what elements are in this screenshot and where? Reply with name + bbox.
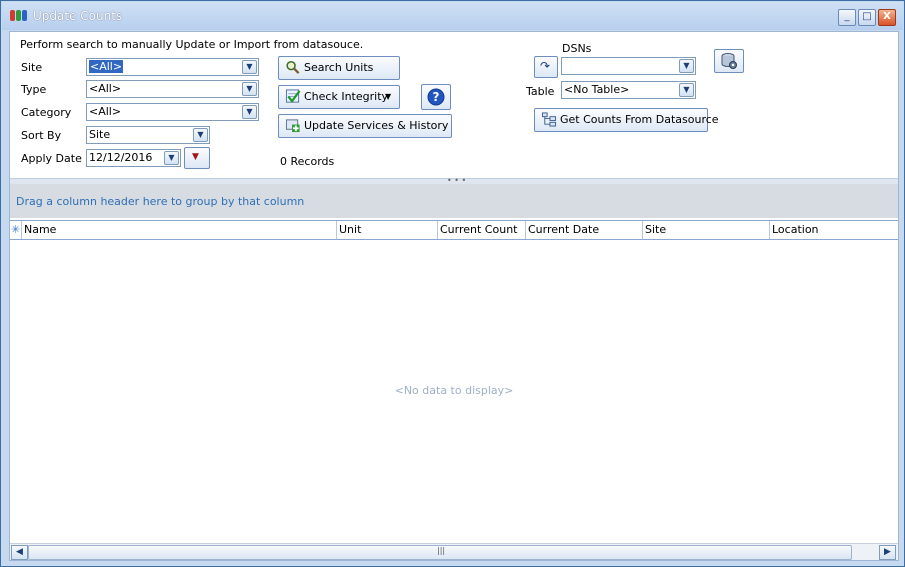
type-label: Type (21, 83, 47, 96)
client-area: Perform search to manually Update or Imp… (9, 31, 899, 561)
get-counts-button[interactable]: Get Counts From Datasource (534, 108, 719, 132)
apply-date-value: 12/12/2016 (89, 151, 153, 164)
chevron-down-icon[interactable]: ▼ (385, 92, 391, 101)
table-label: Table (526, 85, 555, 98)
date-options-button[interactable]: ▼ (184, 147, 210, 169)
search-icon (286, 60, 300, 74)
scrollbar-thumb[interactable]: ||| (28, 545, 852, 560)
sort-by-label: Sort By (21, 129, 62, 142)
new-row-indicator-icon[interactable]: ✳ (10, 221, 22, 239)
chevron-down-icon[interactable]: ▼ (242, 105, 257, 119)
datasource-icon (541, 112, 557, 127)
refresh-icon: ↷ (540, 59, 551, 73)
column-header-current-date[interactable]: Current Date (526, 221, 643, 239)
chevron-down-icon[interactable]: ▼ (242, 82, 257, 96)
checklist-icon (285, 89, 301, 104)
window-frame: Update Counts _ □ X Perform search to ma… (0, 0, 905, 567)
table-value: <No Table> (564, 83, 630, 96)
type-combo[interactable]: <All> ▼ (86, 80, 259, 98)
sort-by-combo[interactable]: Site ▼ (86, 126, 210, 144)
column-header-unit[interactable]: Unit (337, 221, 438, 239)
site-combo[interactable]: <All> ▼ (86, 58, 259, 76)
title-bar[interactable]: Update Counts _ □ X (2, 2, 903, 30)
table-combo[interactable]: <No Table> ▼ (561, 81, 696, 99)
records-count: 0 Records (280, 155, 335, 168)
add-service-icon (285, 119, 300, 133)
grid-header: ✳ Name Unit Current Count Current Date S… (10, 220, 898, 240)
maximize-button[interactable]: □ (858, 9, 876, 26)
chevron-down-icon[interactable]: ▼ (242, 60, 257, 74)
scroll-right-icon[interactable]: ▶ (879, 545, 896, 560)
apply-date-picker[interactable]: 12/12/2016 ▼ (86, 149, 181, 167)
empty-grid-message: <No data to display> (394, 384, 514, 397)
dsns-combo[interactable]: ▼ (561, 57, 696, 75)
svg-text:?: ? (433, 90, 440, 104)
dsns-label: DSNs (562, 42, 592, 55)
chevron-down-icon[interactable]: ▼ (193, 128, 208, 142)
refresh-dsns-button[interactable]: ↷ (534, 56, 558, 78)
help-button[interactable]: ? (421, 84, 451, 110)
chevron-down-icon[interactable]: ▼ (164, 151, 179, 165)
check-integrity-button[interactable]: Check Integrity ▼ (278, 85, 400, 109)
minimize-button[interactable]: _ (838, 9, 856, 26)
update-services-button[interactable]: Update Services & History (278, 114, 452, 138)
get-counts-label: Get Counts From Datasource (560, 113, 719, 126)
apply-date-label: Apply Date (21, 152, 82, 165)
help-icon: ? (427, 88, 445, 106)
group-by-hint: Drag a column header here to group by th… (16, 195, 305, 208)
check-integrity-label: Check Integrity (304, 90, 389, 103)
horizontal-scrollbar[interactable]: ◀ ||| ▶ (10, 543, 898, 560)
dropdown-arrow-icon: ▼ (192, 152, 199, 162)
app-logo-icon (10, 10, 28, 23)
site-label: Site (21, 61, 43, 74)
search-units-label: Search Units (304, 61, 374, 74)
scroll-left-icon[interactable]: ◀ (11, 545, 28, 560)
chevron-down-icon[interactable]: ▼ (679, 59, 694, 73)
update-services-label: Update Services & History (304, 119, 449, 132)
close-button[interactable]: X (878, 9, 896, 26)
category-value: <All> (89, 105, 122, 118)
site-value: <All> (89, 60, 124, 73)
search-units-button[interactable]: Search Units (278, 56, 400, 80)
instruction-text: Perform search to manually Update or Imp… (20, 38, 364, 51)
group-by-panel[interactable]: Drag a column header here to group by th… (10, 184, 898, 218)
chevron-down-icon[interactable]: ▼ (679, 83, 694, 97)
type-value: <All> (89, 82, 122, 95)
window-title: Update Counts (33, 9, 123, 23)
thumb-grip-icon: ||| (437, 546, 446, 555)
column-header-current-count[interactable]: Current Count (438, 221, 526, 239)
category-label: Category (21, 106, 72, 119)
column-header-location[interactable]: Location (770, 221, 898, 239)
column-header-name[interactable]: Name (22, 221, 337, 239)
column-header-site[interactable]: Site (643, 221, 770, 239)
sort-by-value: Site (89, 128, 111, 141)
database-settings-button[interactable] (714, 49, 744, 73)
database-settings-icon (721, 53, 737, 69)
category-combo[interactable]: <All> ▼ (86, 103, 259, 121)
